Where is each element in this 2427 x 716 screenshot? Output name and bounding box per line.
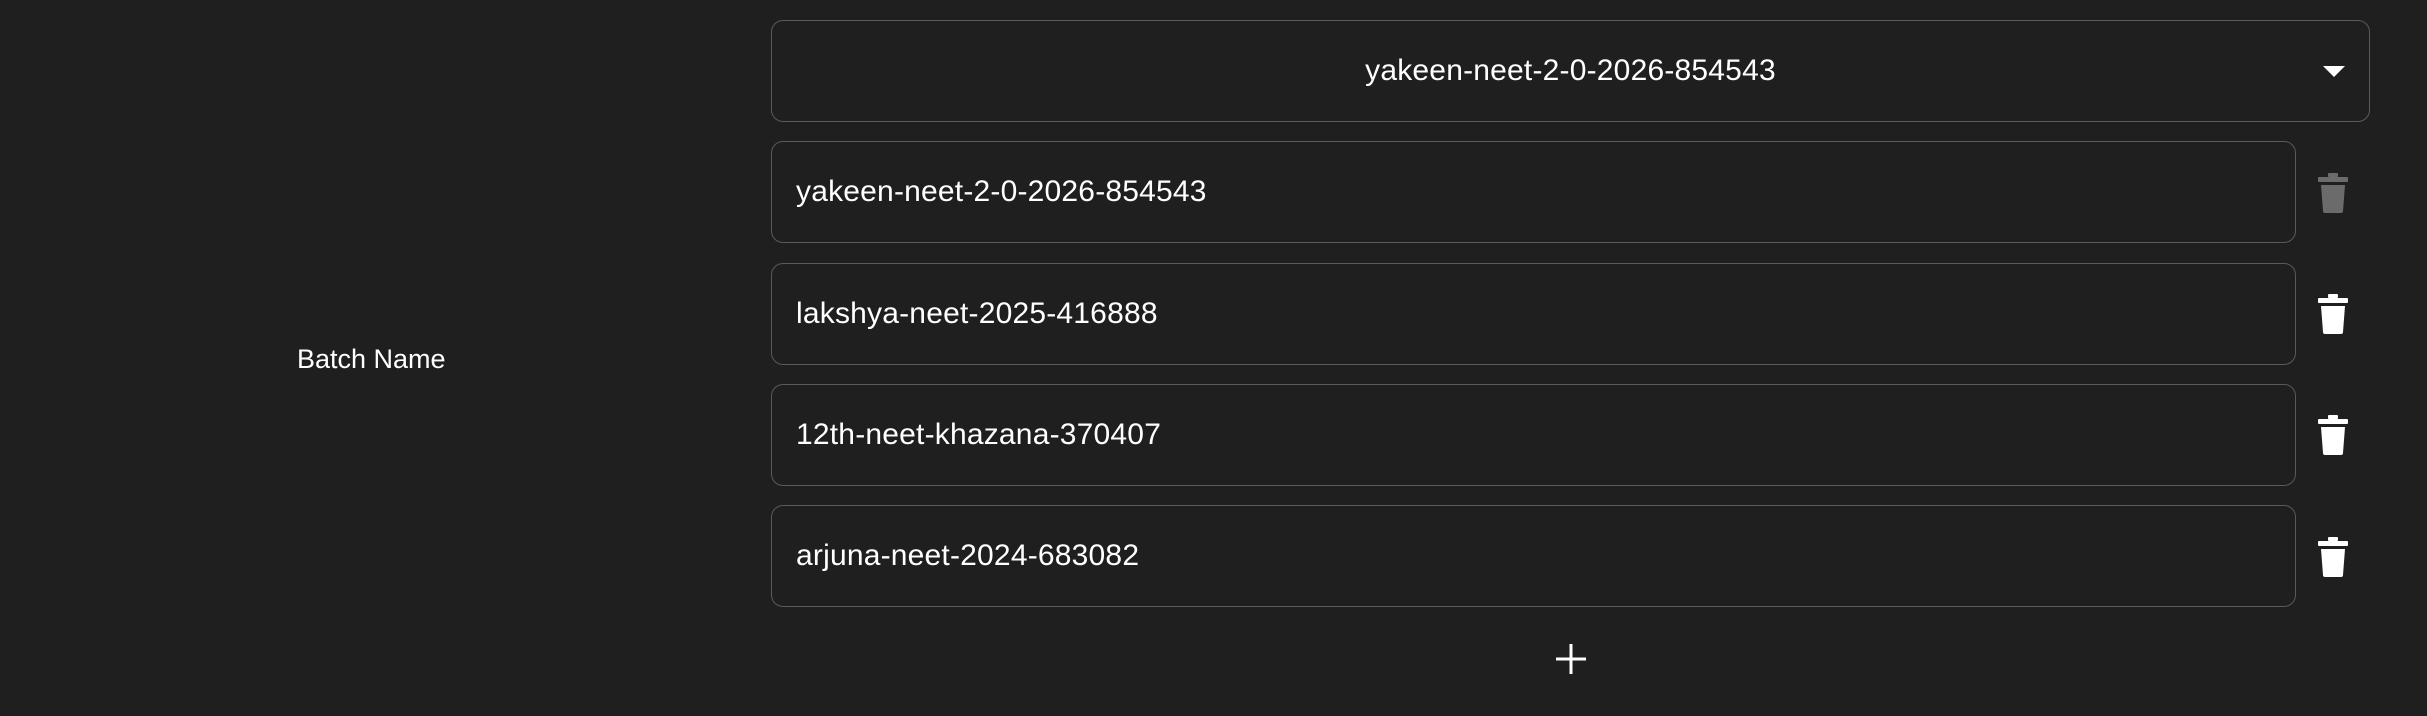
- batch-name-label: Batch Name: [297, 344, 446, 374]
- batch-input-3[interactable]: 12th-neet-khazana-370407: [771, 384, 2296, 486]
- batch-input-value: yakeen-neet-2-0-2026-854543: [796, 175, 1207, 208]
- batch-select-dropdown[interactable]: yakeen-neet-2-0-2026-854543: [771, 20, 2370, 122]
- caret-down-icon: [2323, 66, 2345, 77]
- trash-icon[interactable]: [2318, 294, 2348, 334]
- batch-input-2[interactable]: lakshya-neet-2025-416888: [771, 263, 2296, 365]
- trash-icon[interactable]: [2318, 415, 2348, 455]
- batch-input-value: arjuna-neet-2024-683082: [796, 539, 1140, 572]
- trash-icon[interactable]: [2318, 537, 2348, 577]
- trash-icon: [2318, 173, 2348, 213]
- batch-input-value: lakshya-neet-2025-416888: [796, 297, 1158, 330]
- batch-select-value: yakeen-neet-2-0-2026-854543: [1365, 54, 1776, 87]
- batch-input-value: 12th-neet-khazana-370407: [796, 418, 1162, 451]
- plus-icon[interactable]: [1552, 640, 1590, 678]
- batch-input-4[interactable]: arjuna-neet-2024-683082: [771, 505, 2296, 607]
- batch-name-form: Batch Name yakeen-neet-2-0-2026-854543 y…: [0, 0, 2427, 716]
- batch-input-1[interactable]: yakeen-neet-2-0-2026-854543: [771, 141, 2296, 243]
